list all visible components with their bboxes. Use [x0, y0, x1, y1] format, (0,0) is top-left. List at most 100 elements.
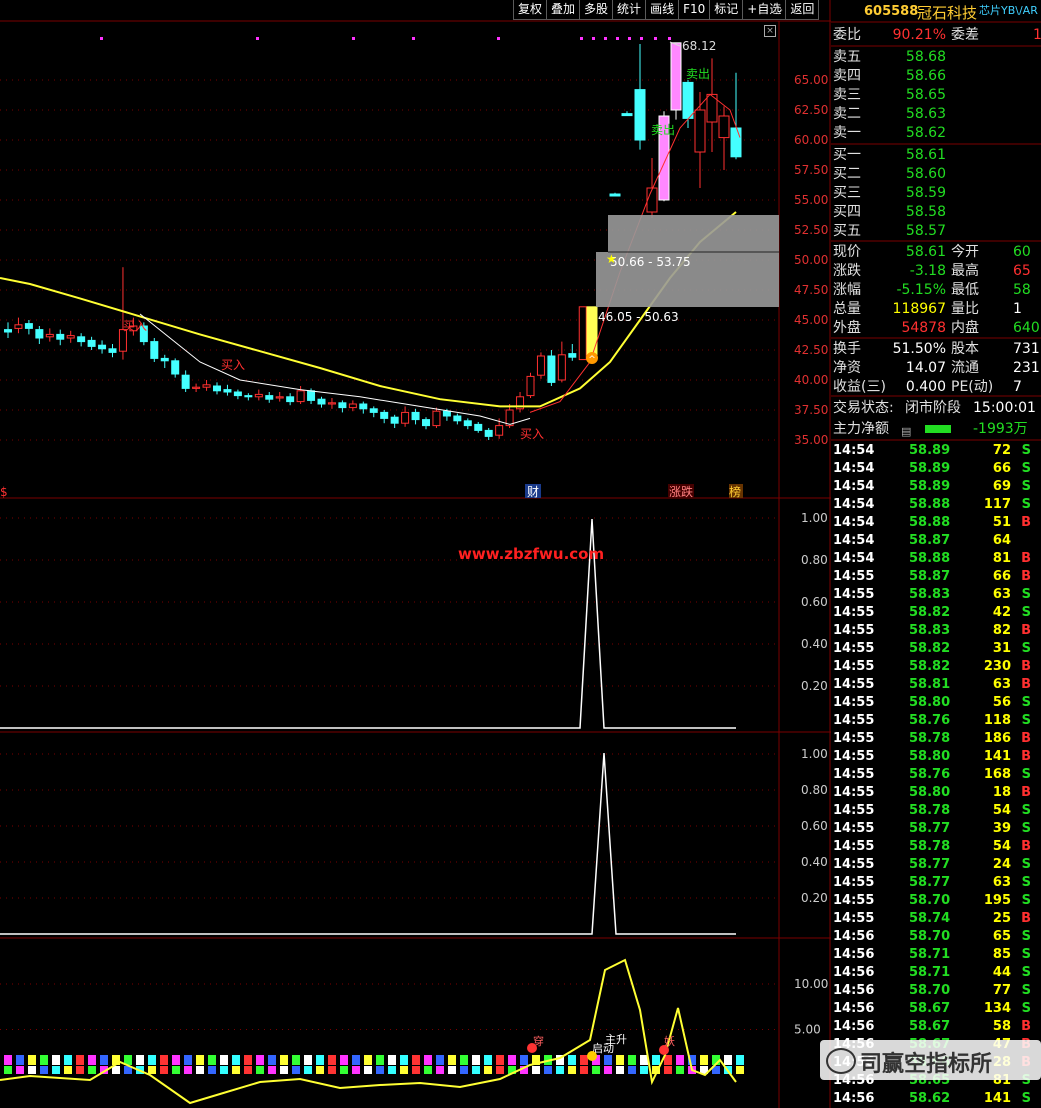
- candle-body: [223, 389, 232, 393]
- indicator3-bar: [340, 1066, 348, 1074]
- candle-body: [718, 115, 730, 139]
- breakout-arrow: ^: [588, 355, 596, 365]
- indicator3-bar: [220, 1055, 228, 1065]
- tick-side: S: [1021, 803, 1031, 818]
- tick-row: 14:55 58.80 141 B: [833, 748, 1041, 766]
- candle-body: [609, 193, 621, 197]
- tick-price: 58.80: [909, 749, 951, 764]
- toolbar-button-4[interactable]: 画线: [645, 0, 680, 20]
- zone-label-lower: 46.05 - 50.63: [598, 310, 679, 324]
- signal-dot: [640, 37, 643, 40]
- indicator3-bar: [52, 1066, 60, 1074]
- candle-body: [4, 329, 12, 333]
- tick-volume: 56: [992, 695, 1011, 710]
- tick-volume: 66: [992, 569, 1011, 584]
- candle-body: [730, 127, 742, 158]
- quote-label: 净资: [833, 360, 861, 376]
- price-axis-label: 62.50: [794, 103, 828, 117]
- tick-side: S: [1021, 587, 1031, 602]
- candle-body: [24, 323, 33, 329]
- tick-price: 58.70: [909, 929, 951, 944]
- indicator3-bar: [64, 1066, 72, 1074]
- toolbar-button-6[interactable]: 标记: [709, 0, 744, 20]
- tick-time: 14:55: [833, 893, 875, 908]
- tick-time: 14:56: [833, 947, 875, 962]
- indicator3-bar: [496, 1066, 504, 1074]
- signal-dot: [616, 37, 619, 40]
- tick-side: B: [1021, 623, 1031, 638]
- indicator3-bar: [604, 1055, 612, 1065]
- tick-time: 14:55: [833, 839, 875, 854]
- tick-time: 14:56: [833, 1001, 875, 1016]
- bid-row: 买二 58.60: [833, 165, 1041, 183]
- indicator3-bar: [736, 1055, 744, 1065]
- tick-volume: 230: [983, 659, 1011, 674]
- indicator3-bar: [256, 1066, 264, 1074]
- tick-row: 14:55 58.82 230 B: [833, 658, 1041, 676]
- indicator3-bar: [652, 1055, 660, 1065]
- tick-side: B: [1021, 659, 1031, 674]
- candle-body: [401, 411, 410, 424]
- tick-time: 14:54: [833, 479, 875, 494]
- quote-value: 54878: [901, 320, 946, 336]
- quote-label-2: 内盘: [951, 320, 979, 336]
- indicator3-bar: [304, 1066, 312, 1074]
- tick-row: 14:54 58.88 81 B: [833, 550, 1041, 568]
- tick-time: 14:55: [833, 713, 875, 728]
- sell-signal-label: 卖出: [686, 67, 710, 81]
- quote-label: 外盘: [833, 320, 861, 336]
- indicator3-bar: [580, 1055, 588, 1065]
- tick-row: 14:55 58.77 63 S: [833, 874, 1041, 892]
- tick-row: 14:56 58.70 65 S: [833, 928, 1041, 946]
- tick-side: S: [1021, 965, 1031, 980]
- indicator3-bar: [172, 1066, 180, 1074]
- tick-price: 58.78: [909, 839, 951, 854]
- indicator3-bar: [340, 1055, 348, 1065]
- indicator3-bar: [472, 1055, 480, 1065]
- ind1-axis-label: 0.40: [801, 637, 828, 651]
- rank-badge-label: 榜: [729, 484, 741, 499]
- indicator3-bar: [520, 1055, 528, 1065]
- tick-volume: 168: [983, 767, 1011, 782]
- indicator3-bar: [244, 1055, 252, 1065]
- indicator3-bar: [16, 1066, 24, 1074]
- quote-label-2: 量比: [951, 301, 979, 317]
- toolbar-button-3[interactable]: 统计: [612, 0, 647, 20]
- bid-row: 买一 58.61: [833, 146, 1041, 164]
- finance-badge-label: 财: [527, 485, 539, 499]
- star-icon: ★: [606, 252, 617, 266]
- toolbar-button-0[interactable]: 复权: [513, 0, 548, 20]
- toolbar-button-1[interactable]: 叠加: [546, 0, 581, 20]
- candle-body: [634, 89, 646, 141]
- indicator3-bar: [460, 1066, 468, 1074]
- toolbar-button-8[interactable]: 返回: [785, 0, 820, 20]
- quote-label: 涨幅: [833, 282, 861, 298]
- indicator3-bar: [448, 1066, 456, 1074]
- tick-volume: 63: [992, 677, 1011, 692]
- tick-volume: 134: [983, 1001, 1011, 1016]
- indicator3-bar: [436, 1066, 444, 1074]
- indicator2-line: [0, 752, 736, 935]
- indicator3-bar: [388, 1055, 396, 1065]
- ask-price: 58.63: [905, 106, 946, 122]
- weibi-value: 90.21%: [892, 27, 946, 43]
- candle-body: [56, 333, 65, 340]
- candle-body: [35, 329, 44, 339]
- indicator3-bar: [400, 1055, 408, 1065]
- close-box-icon[interactable]: ×: [764, 25, 776, 37]
- quote-value: 58.61: [905, 244, 946, 260]
- watermark-text: 司赢空指标所: [860, 1052, 993, 1077]
- tick-row: 14:55 58.76 168 S: [833, 766, 1041, 784]
- toolbar-button-5[interactable]: F10: [678, 0, 711, 20]
- indicator3-bar: [40, 1066, 48, 1074]
- tick-side: B: [1021, 569, 1031, 584]
- tick-row: 14:55 58.81 63 B: [833, 676, 1041, 694]
- tick-row: 14:55 58.77 24 S: [833, 856, 1041, 874]
- toolbar-button-2[interactable]: 多股: [579, 0, 614, 20]
- price-axis-label: 57.50: [794, 163, 828, 177]
- tick-price: 58.81: [909, 677, 951, 692]
- memo-icon[interactable]: ▤: [901, 423, 911, 441]
- diamond-icon[interactable]: ◇: [774, 3, 782, 16]
- price-axis-label: 45.00: [794, 313, 828, 327]
- tick-row: 14:55 58.80 18 B: [833, 784, 1041, 802]
